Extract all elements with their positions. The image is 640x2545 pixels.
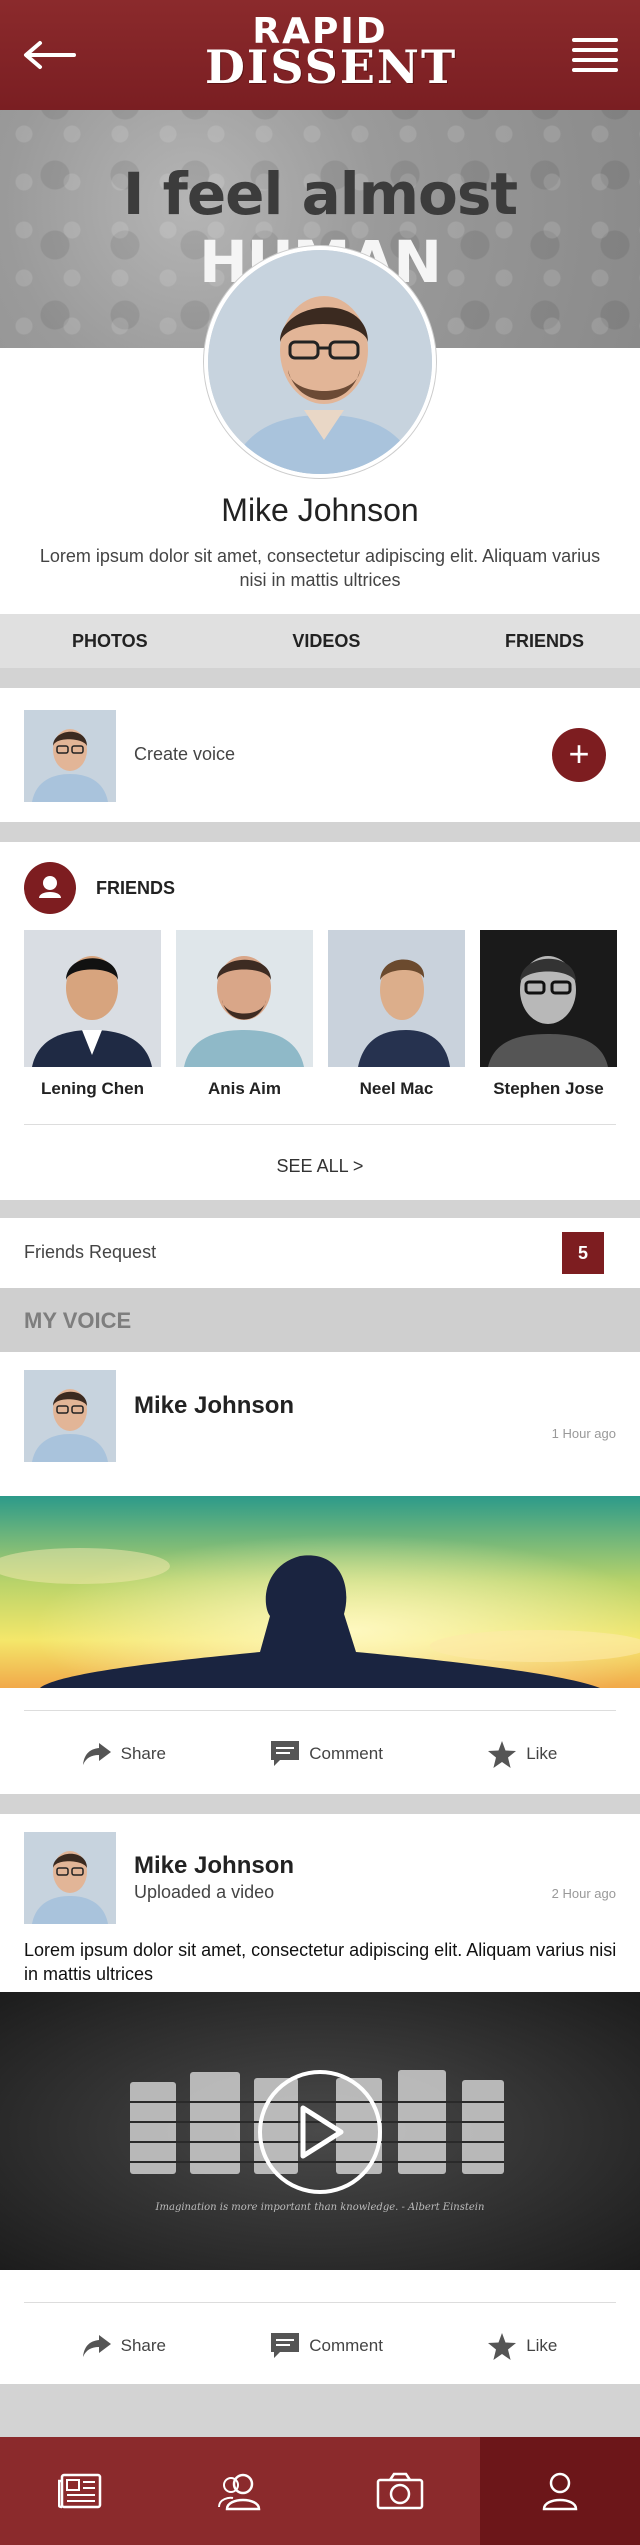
nav-profile[interactable] bbox=[480, 2437, 640, 2545]
post-actions: Share Comment Like bbox=[0, 1712, 640, 1796]
play-button[interactable] bbox=[258, 2070, 382, 2194]
post-image[interactable] bbox=[0, 1496, 640, 1688]
nav-camera[interactable] bbox=[320, 2437, 480, 2545]
post-text: Lorem ipsum dolor sit amet, consectetur … bbox=[24, 1940, 617, 1984]
divider bbox=[24, 2302, 616, 2303]
friend-card[interactable]: Stephen Jose bbox=[480, 930, 617, 1099]
profile-tabs: PHOTOS VIDEOS FRIENDS bbox=[0, 614, 640, 668]
friend-card[interactable]: Lening Chen bbox=[24, 930, 161, 1099]
friend-name: Neel Mac bbox=[359, 1079, 434, 1098]
news-icon bbox=[58, 2473, 102, 2509]
comment-label: Comment bbox=[309, 1744, 383, 1763]
my-voice-title: MY VOICE bbox=[24, 1308, 132, 1333]
profile-page: RAPID DISSENT I feel almost HUMAN Mike J… bbox=[0, 0, 640, 2545]
share-button[interactable]: Share bbox=[82, 2335, 166, 2357]
share-icon bbox=[82, 2335, 111, 2357]
friends-request-count-badge: 5 bbox=[562, 1232, 604, 1274]
comment-label: Comment bbox=[309, 2336, 383, 2355]
friend-card[interactable]: Neel Mac bbox=[328, 930, 465, 1099]
like-button[interactable]: Like bbox=[488, 1740, 558, 1768]
tab-photos[interactable]: PHOTOS bbox=[72, 631, 148, 652]
post-author-name[interactable]: Mike Johnson bbox=[134, 1852, 294, 1880]
post-subtitle: Uploaded a video bbox=[134, 1882, 275, 1902]
star-icon bbox=[488, 1740, 517, 1768]
friend-photo bbox=[328, 930, 465, 1067]
divider bbox=[0, 822, 640, 842]
hamburger-menu-icon[interactable] bbox=[572, 32, 618, 78]
nav-news[interactable] bbox=[0, 2437, 160, 2545]
banner-text-dark: I feel almost bbox=[122, 160, 518, 228]
video-caption: Imagination is more important than knowl… bbox=[155, 2202, 485, 2213]
share-button[interactable]: Share bbox=[82, 1743, 166, 1765]
tab-videos[interactable]: VIDEOS bbox=[292, 631, 360, 652]
post-author-avatar[interactable] bbox=[24, 1832, 116, 1924]
profile-avatar[interactable] bbox=[204, 246, 436, 478]
friend-card[interactable]: Anis Aim bbox=[176, 930, 313, 1099]
friends-request-row[interactable]: Friends Request 5 bbox=[0, 1218, 640, 1286]
user-thumbnail bbox=[24, 710, 116, 802]
voice-post: Mike Johnson 1 Hour ago Share Comment Li… bbox=[0, 1352, 640, 1794]
voice-post: Mike Johnson Uploaded a video 2 Hour ago… bbox=[0, 1814, 640, 2384]
create-voice-input[interactable]: Create voice bbox=[134, 744, 235, 765]
my-voice-header: MY VOICE bbox=[0, 1288, 640, 1352]
post-timestamp: 1 Hour ago bbox=[551, 1426, 616, 1441]
friends-section: FRIENDS Lening Chen Anis Aim Neel Mac St… bbox=[0, 842, 640, 1200]
friend-photo bbox=[24, 930, 161, 1067]
post-author-name[interactable]: Mike Johnson bbox=[134, 1392, 294, 1420]
play-icon bbox=[300, 2105, 344, 2159]
comment-button[interactable]: Comment bbox=[271, 1741, 383, 1767]
app-header: RAPID DISSENT bbox=[0, 0, 640, 110]
app-logo: RAPID DISSENT bbox=[205, 14, 458, 94]
friends-icon bbox=[218, 2473, 261, 2511]
create-voice-card: Create voice + bbox=[0, 688, 640, 822]
star-icon bbox=[488, 2332, 517, 2360]
create-voice-button[interactable]: + bbox=[552, 728, 606, 782]
share-label: Share bbox=[120, 2336, 166, 2355]
divider bbox=[0, 1200, 640, 1218]
post-author-avatar[interactable] bbox=[24, 1370, 116, 1462]
post-timestamp: 2 Hour ago bbox=[551, 1886, 616, 1901]
friend-name: Lening Chen bbox=[41, 1079, 144, 1098]
avatar-photo bbox=[208, 250, 432, 474]
video-player[interactable]: Imagination is more important than knowl… bbox=[0, 1992, 640, 2270]
friend-name: Stephen Jose bbox=[493, 1079, 604, 1098]
friends-section-icon bbox=[24, 862, 76, 914]
bottom-navigation bbox=[0, 2437, 640, 2545]
nav-friends[interactable] bbox=[160, 2437, 320, 2545]
divider bbox=[0, 668, 640, 688]
share-icon bbox=[82, 1743, 111, 1765]
friend-photo bbox=[176, 930, 313, 1067]
logo-line2: DISSENT bbox=[205, 40, 458, 94]
camera-icon bbox=[376, 2472, 424, 2510]
comment-icon bbox=[271, 1741, 300, 1766]
like-label: Like bbox=[526, 2336, 558, 2355]
comment-icon bbox=[271, 2333, 300, 2358]
see-all-link[interactable]: SEE ALL > bbox=[0, 1156, 640, 1177]
arrow-left-icon bbox=[24, 41, 76, 69]
friends-request-label: Friends Request bbox=[24, 1242, 157, 1262]
friend-name: Anis Aim bbox=[207, 1079, 282, 1098]
friend-photo bbox=[480, 930, 617, 1067]
divider bbox=[0, 2384, 640, 2437]
back-button[interactable] bbox=[22, 27, 78, 83]
profile-icon bbox=[542, 2472, 578, 2511]
share-label: Share bbox=[120, 1744, 166, 1763]
friends-title: FRIENDS bbox=[96, 878, 176, 898]
profile-name: Mike Johnson bbox=[221, 492, 419, 528]
like-label: Like bbox=[526, 1744, 558, 1763]
tab-friends[interactable]: FRIENDS bbox=[505, 631, 584, 652]
like-button[interactable]: Like bbox=[488, 2332, 558, 2360]
divider bbox=[0, 1794, 640, 1814]
profile-bio: Lorem ipsum dolor sit amet, consectetur … bbox=[39, 546, 601, 590]
divider bbox=[24, 1710, 616, 1711]
post-actions: Share Comment Like bbox=[0, 2304, 640, 2388]
divider bbox=[24, 1124, 616, 1125]
comment-button[interactable]: Comment bbox=[271, 2333, 383, 2359]
